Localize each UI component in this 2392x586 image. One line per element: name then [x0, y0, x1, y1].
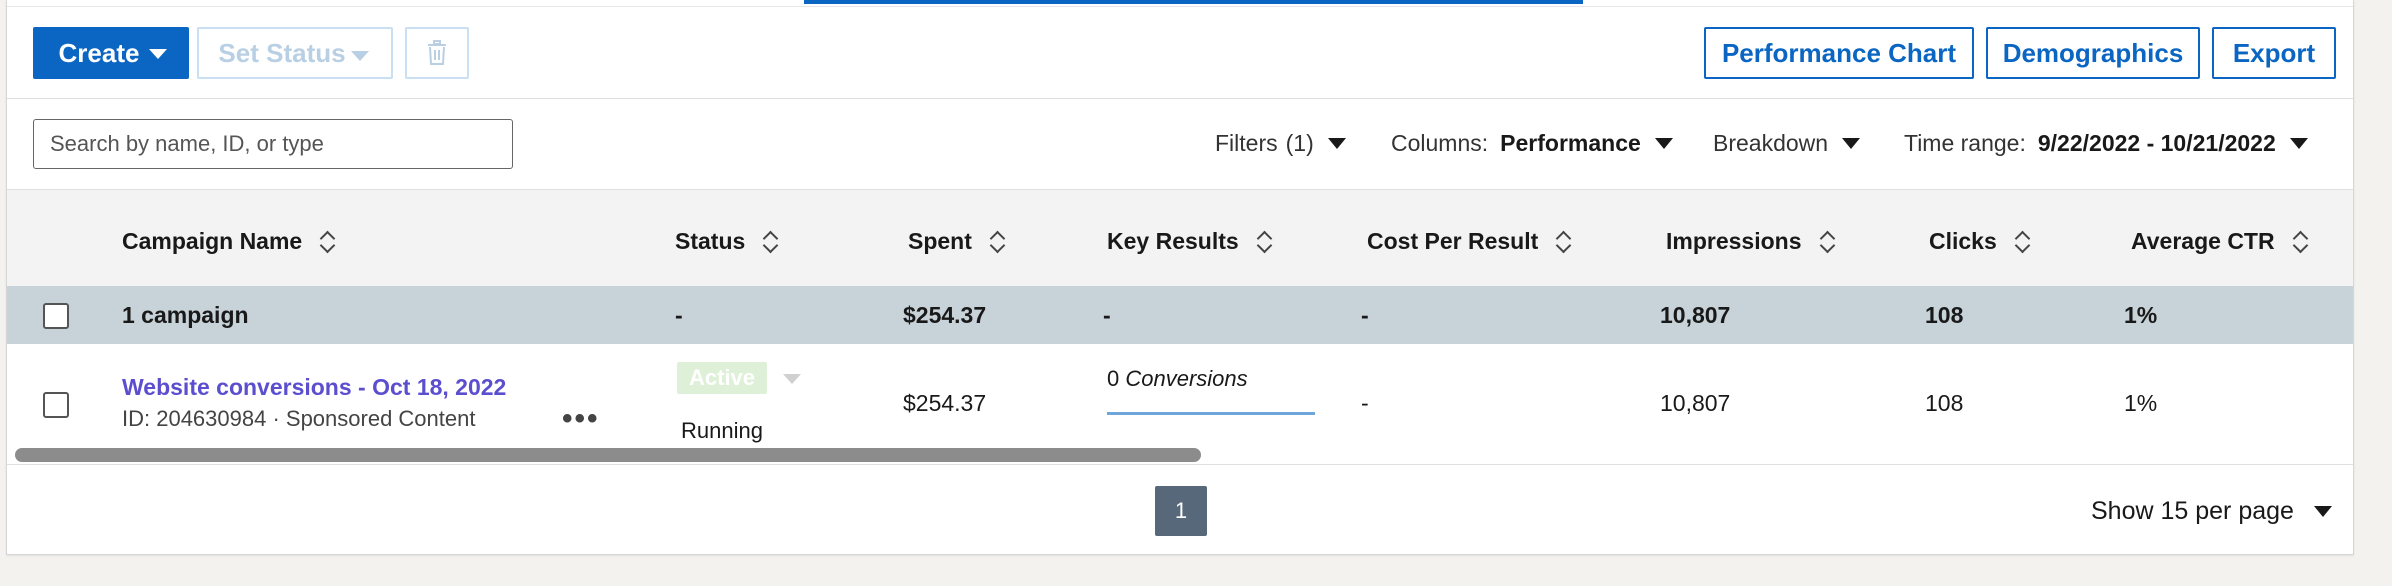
create-button[interactable]: Create: [33, 27, 189, 79]
header-label: Key Results: [1107, 228, 1239, 254]
header-average-ctr[interactable]: Average CTR: [2131, 228, 2307, 255]
key-results-count: 0: [1107, 366, 1120, 391]
toolbar-divider: [7, 98, 2353, 99]
table-row: Website conversions - Oct 18, 2022 ID: 2…: [7, 344, 2353, 464]
sort-icon: [1556, 230, 1570, 254]
time-range-label: Time range:: [1904, 130, 2026, 156]
status-text: Running: [681, 418, 763, 443]
header-label: Campaign Name: [122, 228, 303, 254]
per-page-dropdown[interactable]: Show 15 per page: [2091, 497, 2332, 526]
campaign-manager-panel: Create Set Status Performance Chart Demo…: [6, 0, 2354, 555]
header-label: Average CTR: [2131, 228, 2275, 254]
summary-ctr: 1%: [2124, 302, 2158, 328]
campaign-id-type: ID: 204630984 · Sponsored Content: [122, 406, 476, 431]
sort-icon: [2015, 230, 2029, 254]
key-results-underline: [1107, 412, 1315, 415]
header-impressions[interactable]: Impressions: [1666, 228, 1834, 255]
row-checkbox[interactable]: [43, 392, 69, 418]
caret-down-icon: [1654, 138, 1673, 149]
sort-icon: [2293, 230, 2307, 254]
more-options-icon[interactable]: •••: [562, 402, 600, 436]
page-button-current[interactable]: 1: [1155, 486, 1207, 536]
sort-icon: [1820, 230, 1834, 254]
footer-divider: [7, 464, 2353, 465]
summary-status: -: [675, 302, 683, 328]
caret-down-icon: [2313, 506, 2332, 517]
caret-down-icon: [149, 49, 167, 59]
summary-name: 1 campaign: [122, 302, 249, 328]
search-input[interactable]: Search by name, ID, or type: [33, 119, 513, 169]
header-spent[interactable]: Spent: [908, 228, 1004, 255]
active-tab-indicator: [804, 0, 1583, 4]
breakdown-label: Breakdown: [1713, 130, 1829, 156]
filters-count: (1): [1285, 130, 1314, 156]
summary-spent: $254.37: [903, 302, 987, 328]
performance-chart-button[interactable]: Performance Chart: [1704, 27, 1974, 79]
status-badge[interactable]: Active: [677, 362, 768, 394]
row-ctr: 1%: [2124, 390, 2158, 416]
columns-value: Performance: [1500, 130, 1641, 156]
summary-key-results: -: [1103, 302, 1111, 328]
filters-label: Filters: [1215, 130, 1278, 156]
select-all-checkbox[interactable]: [43, 303, 69, 329]
header-label: Clicks: [1929, 228, 1997, 254]
sort-icon: [763, 230, 777, 254]
search-placeholder: Search by name, ID, or type: [50, 131, 324, 156]
caret-down-icon: [351, 51, 369, 61]
trash-icon: [428, 40, 446, 65]
table-header: Campaign Name Status Spent Key Results C…: [7, 189, 2353, 286]
demographics-button[interactable]: Demographics: [1986, 27, 2200, 79]
row-cost-per-result: -: [1361, 390, 1369, 416]
breakdown-dropdown[interactable]: Breakdown: [1713, 130, 1861, 157]
delete-button[interactable]: [405, 27, 469, 79]
time-range-value: 9/22/2022 - 10/21/2022: [2037, 130, 2276, 156]
header-campaign-name[interactable]: Campaign Name: [122, 228, 334, 255]
header-label: Spent: [908, 228, 972, 254]
caret-down-icon: [1842, 138, 1861, 149]
header-label: Status: [675, 228, 746, 254]
export-button[interactable]: Export: [2212, 27, 2336, 79]
key-results-unit: Conversions: [1125, 366, 1248, 391]
sort-icon: [990, 230, 1004, 254]
summary-row: 1 campaign - $254.37 - - 10,807 108 1%: [7, 286, 2353, 344]
set-status-label: Set Status: [218, 37, 346, 68]
set-status-button[interactable]: Set Status: [197, 27, 393, 79]
row-impressions: 10,807: [1660, 390, 1731, 416]
key-results-value[interactable]: 0 Conversions: [1107, 366, 1248, 392]
sort-icon: [1257, 230, 1271, 254]
sort-icon: [320, 230, 334, 254]
per-page-label: Show 15 per page: [2091, 497, 2294, 525]
columns-label: Columns:: [1391, 130, 1489, 156]
header-label: Cost Per Result: [1367, 228, 1539, 254]
create-button-label: Create: [58, 37, 140, 68]
summary-impressions: 10,807: [1660, 302, 1731, 328]
filters-dropdown[interactable]: Filters (1): [1215, 130, 1346, 157]
header-key-results[interactable]: Key Results: [1107, 228, 1271, 255]
summary-cost-per-result: -: [1361, 302, 1369, 328]
caret-down-icon: [1327, 138, 1346, 149]
header-cost-per-result[interactable]: Cost Per Result: [1367, 228, 1570, 255]
summary-clicks: 108: [1925, 302, 1964, 328]
top-divider: [7, 6, 2353, 7]
time-range-dropdown[interactable]: Time range: 9/22/2022 - 10/21/2022: [1904, 130, 2308, 157]
row-clicks: 108: [1925, 390, 1964, 416]
row-spent: $254.37: [903, 390, 987, 416]
caret-down-icon: [2289, 138, 2308, 149]
campaign-name-link[interactable]: Website conversions - Oct 18, 2022: [122, 374, 506, 401]
caret-down-icon[interactable]: [783, 374, 801, 384]
columns-dropdown[interactable]: Columns: Performance: [1391, 130, 1673, 157]
horizontal-scrollbar[interactable]: [15, 448, 1201, 462]
header-clicks[interactable]: Clicks: [1929, 228, 2029, 255]
header-label: Impressions: [1666, 228, 1802, 254]
header-status[interactable]: Status: [675, 228, 777, 255]
